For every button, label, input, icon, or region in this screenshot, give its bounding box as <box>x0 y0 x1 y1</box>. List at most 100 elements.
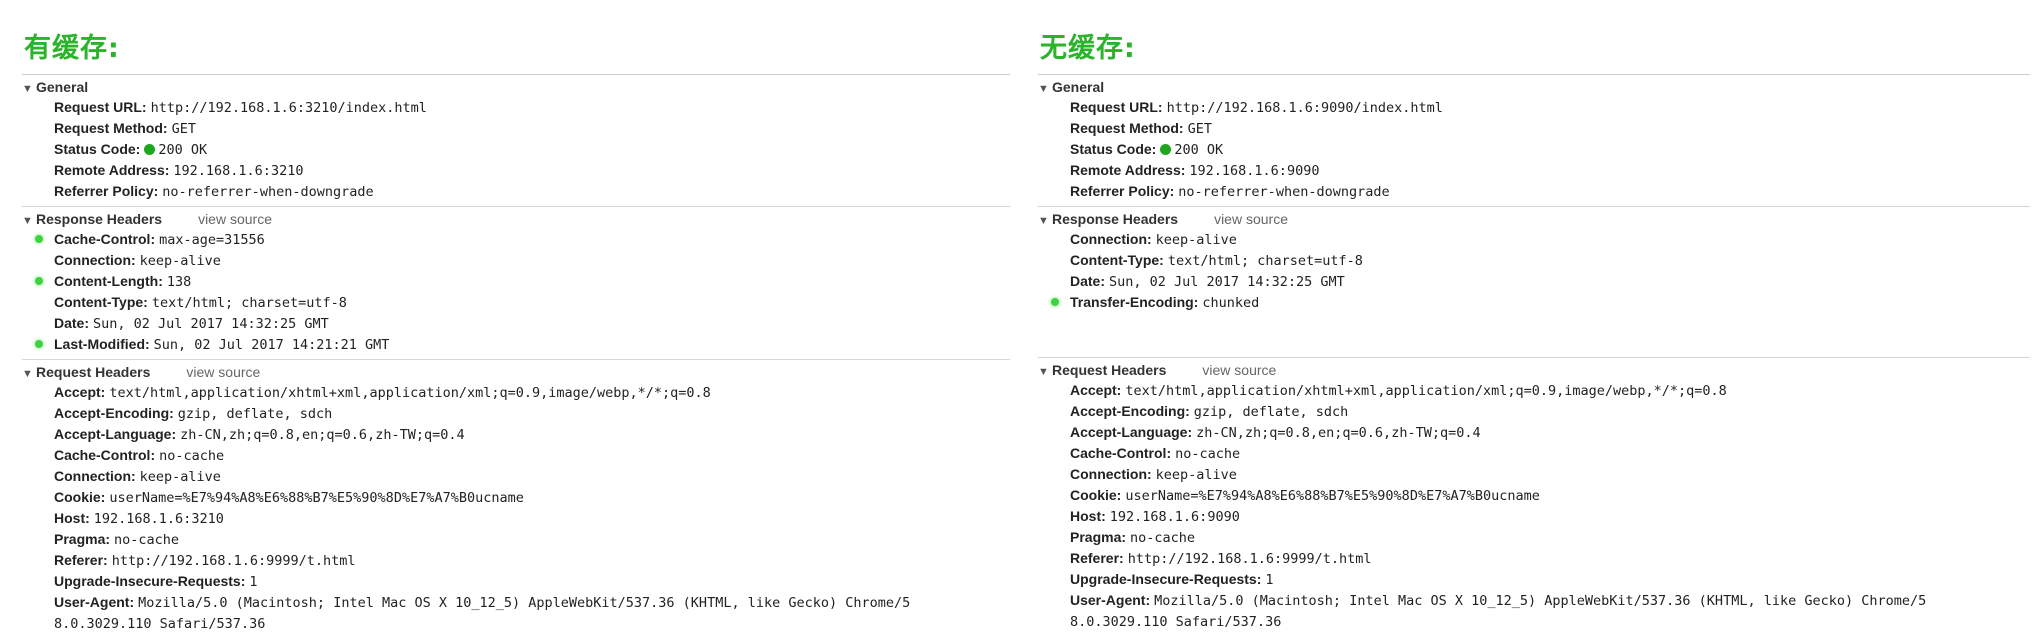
header-name: Cookie: <box>1070 487 1122 503</box>
section-header[interactable]: ▼ Request Headers view source <box>1038 360 2030 380</box>
header-value: no-cache <box>114 532 180 548</box>
header-name: Pragma: <box>1070 529 1127 545</box>
header-name: Referrer Policy: <box>54 183 159 199</box>
header-value: 192.168.1.6:3210 <box>93 511 224 527</box>
header-name: Status Code: <box>1070 141 1157 157</box>
header-value: Sun, 02 Jul 2017 14:21:21 GMT <box>153 337 390 353</box>
view-source-link[interactable]: view source <box>186 364 260 380</box>
triangle-down-icon[interactable]: ▼ <box>22 211 36 231</box>
header-value: Mozilla/5.0 (Macintosh; Intel Mac OS X 1… <box>138 595 911 611</box>
header-value: 200 OK <box>144 142 207 158</box>
section-header[interactable]: ▼ Response Headers view source <box>1038 209 2030 229</box>
header-row: Accept-Encoding: gzip, deflate, sdch <box>1070 401 2030 422</box>
header-name: Connection: <box>54 468 136 484</box>
header-rows: Connection: keep-alive Content-Type: text/h… <box>1038 229 2030 353</box>
header-value: max-age=31556 <box>159 232 265 248</box>
changed-indicator-icon <box>35 235 43 243</box>
header-row: Connection: keep-alive <box>1070 464 2030 485</box>
section-response: ▼ Response Headers view source Connection: k… <box>1038 206 2030 357</box>
status-ok-icon <box>1160 144 1172 155</box>
header-row-continued: 8.0.3029.110 Safari/537.36 <box>54 613 1010 634</box>
header-row: Content-Length: 138 <box>35 271 1010 292</box>
header-row: Request Method: GET <box>1070 118 2030 139</box>
header-row: Cache-Control: no-cache <box>1070 443 2030 464</box>
section-header[interactable]: ▼ Request Headers view source <box>22 362 1010 382</box>
changed-indicator-icon <box>35 340 43 348</box>
section-header[interactable]: ▼ Response Headers view source <box>22 209 1010 229</box>
header-value: 138 <box>166 274 192 290</box>
header-row: Cookie: userName=%E7%94%A8%E6%88%B7%E5%90… <box>1070 485 2030 506</box>
header-name: Upgrade-Insecure-Requests: <box>1070 571 1262 587</box>
header-name: Host: <box>1070 508 1106 524</box>
header-value: Sun, 02 Jul 2017 14:32:25 GMT <box>1109 274 1345 290</box>
header-name: Content-Type: <box>1070 252 1164 268</box>
header-row: Referrer Policy: no-referrer-when-downgra… <box>54 181 1010 202</box>
header-name: Referer: <box>1070 550 1124 566</box>
section-label: Response Headers <box>36 211 163 227</box>
header-value: keep-alive <box>139 253 221 269</box>
section-general: ▼ General Request URL: http://192.168.1.6:3… <box>22 74 1010 206</box>
header-row: Request URL: http://192.168.1.6:9090/inde… <box>1070 97 2030 118</box>
triangle-down-icon[interactable]: ▼ <box>1038 79 1052 99</box>
header-row: Accept-Encoding: gzip, deflate, sdch <box>54 403 1010 424</box>
header-row: Host: 192.168.1.6:3210 <box>54 508 1010 529</box>
header-value: text/html,application/xhtml+xml,applicat… <box>109 385 711 401</box>
header-row: Accept: text/html,application/xhtml+xml,a… <box>1070 380 2030 401</box>
triangle-down-icon[interactable]: ▼ <box>22 364 36 384</box>
header-row: Cookie: userName=%E7%94%A8%E6%88%B7%E5%90… <box>54 487 1010 508</box>
blank-row <box>1070 313 2030 333</box>
view-source-link[interactable]: view source <box>198 211 272 227</box>
header-value: text/html; charset=utf-8 <box>151 295 347 311</box>
triangle-down-icon[interactable]: ▼ <box>22 79 36 99</box>
header-value: Sun, 02 Jul 2017 14:32:25 GMT <box>93 316 329 332</box>
header-row: Referer: http://192.168.1.6:9999/t.html <box>1070 548 2030 569</box>
header-name: Accept-Encoding: <box>54 405 174 421</box>
header-row: Date: Sun, 02 Jul 2017 14:32:25 GMT <box>54 313 1010 334</box>
header-name: Date: <box>1070 273 1106 289</box>
header-name: Cache-Control: <box>1070 445 1172 461</box>
header-row: Cache-Control: no-cache <box>54 445 1010 466</box>
header-name: Accept-Encoding: <box>1070 403 1190 419</box>
header-value: http://192.168.1.6:9999/t.html <box>1127 551 1372 567</box>
changed-indicator-icon <box>1051 298 1059 306</box>
header-row: Content-Type: text/html; charset=utf-8 <box>54 292 1010 313</box>
header-row: Pragma: no-cache <box>1070 527 2030 548</box>
header-value: no-cache <box>1175 446 1241 462</box>
header-name: User-Agent: <box>1070 592 1151 608</box>
section-header[interactable]: ▼ General <box>1038 77 2030 97</box>
view-source-link[interactable]: view source <box>1214 211 1288 227</box>
header-name: Connection: <box>54 252 136 268</box>
header-value: no-referrer-when-downgrade <box>1178 184 1390 200</box>
header-row: Accept: text/html,application/xhtml+xml,a… <box>54 382 1010 403</box>
header-name: Status Code: <box>54 141 141 157</box>
header-row: Connection: keep-alive <box>1070 229 2030 250</box>
section-header[interactable]: ▼ General <box>22 77 1010 97</box>
header-value: zh-CN,zh;q=0.8,en;q=0.6,zh-TW;q=0.4 <box>1196 425 1481 441</box>
header-name: Referer: <box>54 552 108 568</box>
section-label: Request Headers <box>36 364 151 380</box>
section-request: ▼ Request Headers view source Accept: text/h… <box>1038 357 2030 636</box>
header-name: Host: <box>54 510 90 526</box>
header-name: Connection: <box>1070 231 1152 247</box>
section-response: ▼ Response Headers view source Cache-Contro… <box>22 206 1010 359</box>
header-value: chunked <box>1202 295 1260 311</box>
section-request: ▼ Request Headers view source Accept: text/h… <box>22 359 1010 638</box>
header-row: Content-Type: text/html; charset=utf-8 <box>1070 250 2030 271</box>
header-name: User-Agent: <box>54 594 135 610</box>
header-row: Cache-Control: max-age=31556 <box>35 229 1010 250</box>
header-row: Host: 192.168.1.6:9090 <box>1070 506 2030 527</box>
view-source-link[interactable]: view source <box>1202 362 1276 378</box>
triangle-down-icon[interactable]: ▼ <box>1038 211 1052 231</box>
panel-title: 有缓存: <box>24 33 120 64</box>
header-value: text/html,application/xhtml+xml,applicat… <box>1125 383 1727 399</box>
blank-row <box>1070 333 2030 353</box>
header-value: 192.168.1.6:9090 <box>1109 509 1240 525</box>
header-value: text/html; charset=utf-8 <box>1167 253 1363 269</box>
header-value: http://192.168.1.6:9090/index.html <box>1166 100 1443 116</box>
panel-without-cache: 无缓存: ▼ General Request URL: http://192.168.… <box>1030 0 2030 637</box>
header-row: Date: Sun, 02 Jul 2017 14:32:25 GMT <box>1070 271 2030 292</box>
triangle-down-icon[interactable]: ▼ <box>1038 362 1052 382</box>
header-value: http://192.168.1.6:3210/index.html <box>150 100 427 116</box>
header-name: Remote Address: <box>54 162 170 178</box>
header-row: User-Agent: Mozilla/5.0 (Macintosh; Intel… <box>1070 590 2030 611</box>
